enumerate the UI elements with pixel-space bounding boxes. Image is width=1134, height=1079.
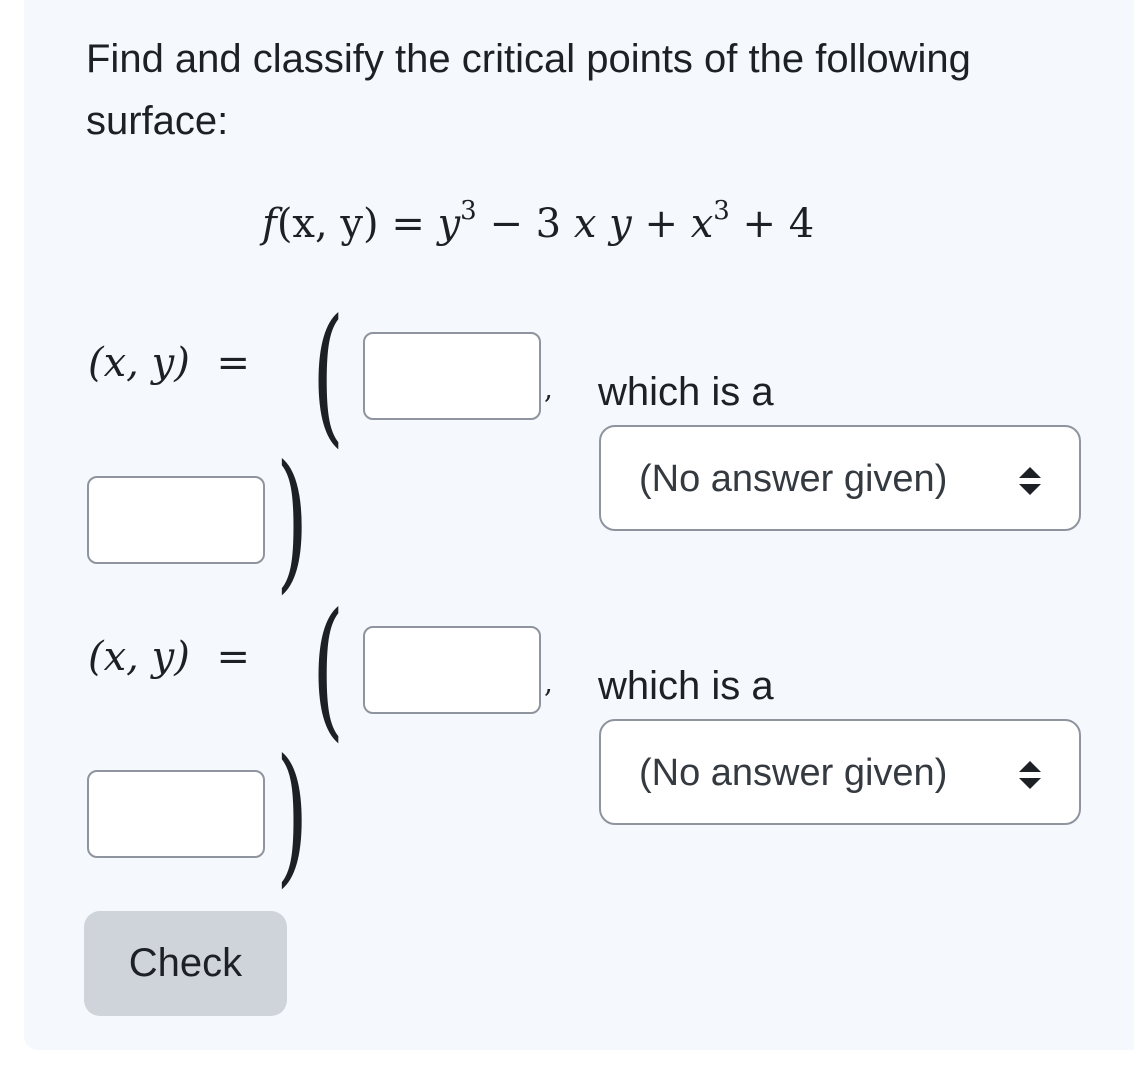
question-text: Find and classify the critical points of… bbox=[86, 37, 971, 143]
point-2-lhs: (x, y) = bbox=[88, 634, 250, 680]
comma: , bbox=[544, 372, 553, 405]
formula-x-term: x bbox=[690, 201, 714, 247]
point-2-classification-select[interactable]: (No answer given) bbox=[599, 719, 1081, 825]
point-lhs-label: (x, y) bbox=[88, 340, 190, 386]
formula-function-name: f bbox=[262, 201, 277, 247]
formula-y-term: y bbox=[437, 201, 461, 247]
comma: , bbox=[544, 666, 553, 699]
point-1-classification-select[interactable]: (No answer given) bbox=[599, 425, 1081, 531]
formula-exponent: 3 bbox=[713, 196, 730, 226]
select-value: (No answer given) bbox=[639, 752, 948, 794]
formula-y-var: y bbox=[609, 201, 632, 247]
point-2-x-input[interactable] bbox=[363, 626, 541, 714]
surface-formula: f(x, y) = y3 − 3 x y + x3 + 4 bbox=[262, 196, 814, 247]
which-is-a-label: which is a bbox=[598, 370, 774, 414]
open-paren: ( bbox=[312, 582, 345, 756]
formula-constant: 4 bbox=[788, 201, 815, 247]
formula-exponent: 3 bbox=[460, 196, 477, 226]
formula-args: (x, y) bbox=[276, 201, 379, 247]
formula-minus: − bbox=[489, 201, 523, 247]
formula-plus: + bbox=[742, 201, 777, 247]
select-value: (No answer given) bbox=[639, 458, 948, 500]
point-1-y-input[interactable] bbox=[87, 476, 265, 564]
close-paren: ) bbox=[276, 434, 309, 608]
point-1-x-input[interactable] bbox=[363, 332, 541, 420]
point-2-y-input[interactable] bbox=[87, 770, 265, 858]
formula-coefficient: 3 bbox=[535, 201, 562, 247]
point-equals: = bbox=[216, 634, 251, 680]
point-1-lhs: (x, y) = bbox=[88, 340, 250, 386]
formula-plus: + bbox=[644, 201, 678, 247]
formula-equals: = bbox=[391, 201, 425, 247]
open-paren: ( bbox=[312, 288, 345, 462]
formula-x-var: x bbox=[573, 201, 597, 247]
updown-arrows-icon bbox=[1019, 467, 1041, 495]
close-paren: ) bbox=[276, 728, 309, 902]
point-lhs-label: (x, y) bbox=[88, 634, 190, 680]
check-button[interactable]: Check bbox=[84, 911, 287, 1016]
updown-arrows-icon bbox=[1019, 761, 1041, 789]
which-is-a-label: which is a bbox=[598, 664, 774, 708]
point-equals: = bbox=[216, 340, 251, 386]
